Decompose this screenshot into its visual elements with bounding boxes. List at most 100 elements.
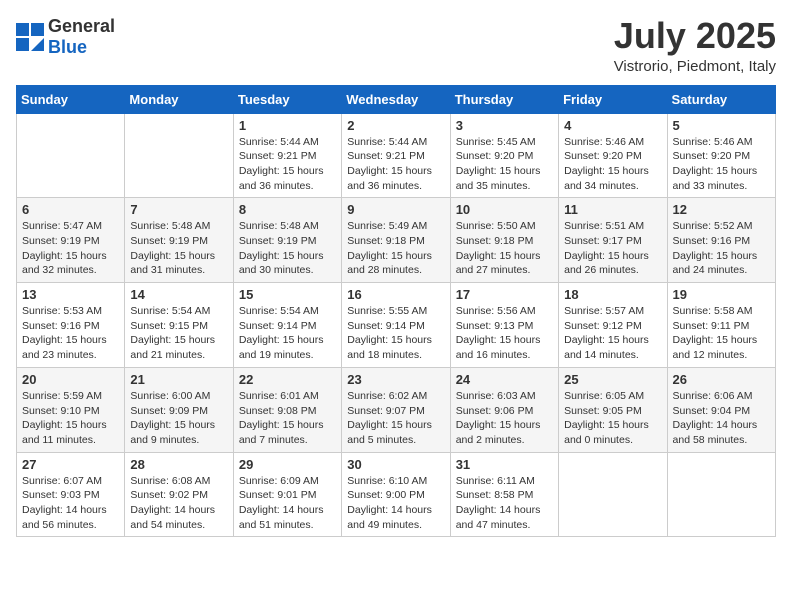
day-number: 13 xyxy=(22,287,119,302)
calendar-cell: 8 Sunrise: 5:48 AMSunset: 9:19 PMDaylight… xyxy=(233,198,341,283)
cell-content: Sunrise: 5:58 AMSunset: 9:11 PMDaylight:… xyxy=(673,304,770,363)
cell-content: Sunrise: 6:01 AMSunset: 9:08 PMDaylight:… xyxy=(239,389,336,448)
day-number: 30 xyxy=(347,457,444,472)
calendar-cell xyxy=(667,452,775,537)
weekday-header-monday: Monday xyxy=(125,85,233,113)
calendar-cell: 29 Sunrise: 6:09 AMSunset: 9:01 PMDayligh… xyxy=(233,452,341,537)
calendar-week-row: 27Sunrise: 6:07 AMSunset: 9:03 PMDayligh… xyxy=(17,452,776,537)
cell-content: Sunrise: 5:51 AMSunset: 9:17 PMDaylight:… xyxy=(564,219,661,278)
day-number: 5 xyxy=(673,118,770,133)
page-header: General Blue July 2025 Vistrorio, Piedmo… xyxy=(16,16,776,75)
calendar-cell: 25 Sunrise: 6:05 AMSunset: 9:05 PMDayligh… xyxy=(559,367,667,452)
calendar-cell: 26Sunrise: 6:06 AMSunset: 9:04 PMDayligh… xyxy=(667,367,775,452)
weekday-header-tuesday: Tuesday xyxy=(233,85,341,113)
cell-content: Sunrise: 6:05 AMSunset: 9:05 PMDaylight:… xyxy=(564,389,661,448)
cell-content: Sunrise: 6:00 AMSunset: 9:09 PMDaylight:… xyxy=(130,389,227,448)
calendar-cell xyxy=(17,113,125,198)
calendar-cell: 2 Sunrise: 5:44 AMSunset: 9:21 PMDaylight… xyxy=(342,113,450,198)
calendar-table: SundayMondayTuesdayWednesdayThursdayFrid… xyxy=(16,85,776,538)
cell-content: Sunrise: 5:45 AMSunset: 9:20 PMDaylight:… xyxy=(456,135,553,194)
day-number: 23 xyxy=(347,372,444,387)
calendar-cell: 23 Sunrise: 6:02 AMSunset: 9:07 PMDayligh… xyxy=(342,367,450,452)
month-title: July 2025 xyxy=(614,16,776,56)
logo-text-blue: Blue xyxy=(48,37,87,57)
cell-content: Sunrise: 5:54 AMSunset: 9:14 PMDaylight:… xyxy=(239,304,336,363)
weekday-header-saturday: Saturday xyxy=(667,85,775,113)
cell-content: Sunrise: 5:47 AMSunset: 9:19 PMDaylight:… xyxy=(22,219,119,278)
day-number: 28 xyxy=(130,457,227,472)
location-title: Vistrorio, Piedmont, Italy xyxy=(614,58,776,75)
calendar-cell: 30 Sunrise: 6:10 AMSunset: 9:00 PMDayligh… xyxy=(342,452,450,537)
calendar-cell: 21 Sunrise: 6:00 AMSunset: 9:09 PMDayligh… xyxy=(125,367,233,452)
calendar-cell: 15 Sunrise: 5:54 AMSunset: 9:14 PMDayligh… xyxy=(233,283,341,368)
cell-content: Sunrise: 5:52 AMSunset: 9:16 PMDaylight:… xyxy=(673,219,770,278)
calendar-cell xyxy=(559,452,667,537)
day-number: 12 xyxy=(673,202,770,217)
calendar-cell: 31Sunrise: 6:11 AMSunset: 8:58 PMDayligh… xyxy=(450,452,558,537)
calendar-cell: 11 Sunrise: 5:51 AMSunset: 9:17 PMDayligh… xyxy=(559,198,667,283)
day-number: 22 xyxy=(239,372,336,387)
day-number: 20 xyxy=(22,372,119,387)
cell-content: Sunrise: 5:46 AMSunset: 9:20 PMDaylight:… xyxy=(673,135,770,194)
cell-content: Sunrise: 5:44 AMSunset: 9:21 PMDaylight:… xyxy=(347,135,444,194)
weekday-header-sunday: Sunday xyxy=(17,85,125,113)
title-block: July 2025 Vistrorio, Piedmont, Italy xyxy=(614,16,776,75)
day-number: 16 xyxy=(347,287,444,302)
day-number: 9 xyxy=(347,202,444,217)
calendar-cell: 3 Sunrise: 5:45 AMSunset: 9:20 PMDaylight… xyxy=(450,113,558,198)
day-number: 26 xyxy=(673,372,770,387)
calendar-cell: 12 Sunrise: 5:52 AMSunset: 9:16 PMDayligh… xyxy=(667,198,775,283)
day-number: 15 xyxy=(239,287,336,302)
cell-content: Sunrise: 6:02 AMSunset: 9:07 PMDaylight:… xyxy=(347,389,444,448)
cell-content: Sunrise: 6:07 AMSunset: 9:03 PMDaylight:… xyxy=(22,474,119,533)
calendar-cell: 10Sunrise: 5:50 AMSunset: 9:18 PMDayligh… xyxy=(450,198,558,283)
cell-content: Sunrise: 5:56 AMSunset: 9:13 PMDaylight:… xyxy=(456,304,553,363)
calendar-cell: 24Sunrise: 6:03 AMSunset: 9:06 PMDayligh… xyxy=(450,367,558,452)
day-number: 17 xyxy=(456,287,553,302)
calendar-cell: 22 Sunrise: 6:01 AMSunset: 9:08 PMDayligh… xyxy=(233,367,341,452)
cell-content: Sunrise: 5:50 AMSunset: 9:18 PMDaylight:… xyxy=(456,219,553,278)
cell-content: Sunrise: 6:09 AMSunset: 9:01 PMDaylight:… xyxy=(239,474,336,533)
calendar-cell: 5 Sunrise: 5:46 AMSunset: 9:20 PMDaylight… xyxy=(667,113,775,198)
calendar-week-row: 20 Sunrise: 5:59 AMSunset: 9:10 PMDayligh… xyxy=(17,367,776,452)
calendar-cell: 20 Sunrise: 5:59 AMSunset: 9:10 PMDayligh… xyxy=(17,367,125,452)
calendar-cell: 27Sunrise: 6:07 AMSunset: 9:03 PMDayligh… xyxy=(17,452,125,537)
calendar-cell: 4Sunrise: 5:46 AMSunset: 9:20 PMDaylight… xyxy=(559,113,667,198)
day-number: 25 xyxy=(564,372,661,387)
calendar-week-row: 6 Sunrise: 5:47 AMSunset: 9:19 PMDaylight… xyxy=(17,198,776,283)
day-number: 2 xyxy=(347,118,444,133)
calendar-cell: 7Sunrise: 5:48 AMSunset: 9:19 PMDaylight… xyxy=(125,198,233,283)
day-number: 11 xyxy=(564,202,661,217)
day-number: 4 xyxy=(564,118,661,133)
day-number: 6 xyxy=(22,202,119,217)
logo-text-general: General xyxy=(48,16,115,36)
cell-content: Sunrise: 6:08 AMSunset: 9:02 PMDaylight:… xyxy=(130,474,227,533)
logo-icon xyxy=(16,23,44,51)
cell-content: Sunrise: 5:48 AMSunset: 9:19 PMDaylight:… xyxy=(239,219,336,278)
cell-content: Sunrise: 5:55 AMSunset: 9:14 PMDaylight:… xyxy=(347,304,444,363)
day-number: 8 xyxy=(239,202,336,217)
calendar-cell: 9 Sunrise: 5:49 AMSunset: 9:18 PMDaylight… xyxy=(342,198,450,283)
cell-content: Sunrise: 5:49 AMSunset: 9:18 PMDaylight:… xyxy=(347,219,444,278)
day-number: 29 xyxy=(239,457,336,472)
calendar-cell: 16 Sunrise: 5:55 AMSunset: 9:14 PMDayligh… xyxy=(342,283,450,368)
cell-content: Sunrise: 5:57 AMSunset: 9:12 PMDaylight:… xyxy=(564,304,661,363)
logo: General Blue xyxy=(16,16,115,58)
cell-content: Sunrise: 5:59 AMSunset: 9:10 PMDaylight:… xyxy=(22,389,119,448)
calendar-cell: 19 Sunrise: 5:58 AMSunset: 9:11 PMDayligh… xyxy=(667,283,775,368)
weekday-header-row: SundayMondayTuesdayWednesdayThursdayFrid… xyxy=(17,85,776,113)
calendar-cell xyxy=(125,113,233,198)
calendar-cell: 6 Sunrise: 5:47 AMSunset: 9:19 PMDaylight… xyxy=(17,198,125,283)
weekday-header-thursday: Thursday xyxy=(450,85,558,113)
calendar-week-row: 13Sunrise: 5:53 AMSunset: 9:16 PMDayligh… xyxy=(17,283,776,368)
day-number: 3 xyxy=(456,118,553,133)
day-number: 19 xyxy=(673,287,770,302)
day-number: 21 xyxy=(130,372,227,387)
day-number: 1 xyxy=(239,118,336,133)
cell-content: Sunrise: 6:03 AMSunset: 9:06 PMDaylight:… xyxy=(456,389,553,448)
calendar-week-row: 1 Sunrise: 5:44 AMSunset: 9:21 PMDaylight… xyxy=(17,113,776,198)
cell-content: Sunrise: 6:10 AMSunset: 9:00 PMDaylight:… xyxy=(347,474,444,533)
day-number: 14 xyxy=(130,287,227,302)
day-number: 7 xyxy=(130,202,227,217)
cell-content: Sunrise: 6:11 AMSunset: 8:58 PMDaylight:… xyxy=(456,474,553,533)
